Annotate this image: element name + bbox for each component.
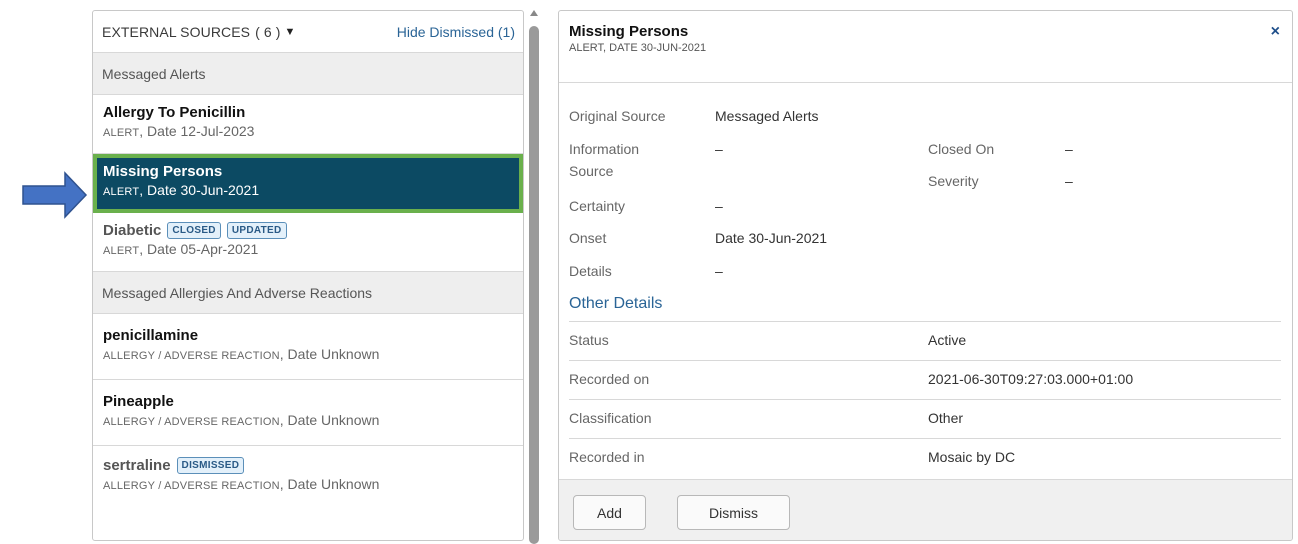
list-item-pineapple[interactable]: Pineapple ALLERGY / ADVERSE REACTION, Da… bbox=[93, 380, 523, 446]
onset-label: Onset bbox=[569, 230, 607, 246]
status-label: Status bbox=[569, 332, 609, 348]
group-header-allergies: Messaged Allergies And Adverse Reactions bbox=[93, 272, 523, 314]
list-item-missing-persons[interactable]: Missing Persons ALERT, Date 30-Jun-2021 bbox=[93, 154, 523, 213]
external-sources-panel: EXTERNAL SOURCES ( 6 ) ▼ Hide Dismissed … bbox=[92, 10, 524, 541]
closed-badge: CLOSED bbox=[167, 222, 221, 239]
recorded-on-label: Recorded on bbox=[569, 371, 650, 387]
external-sources-header: EXTERNAL SOURCES ( 6 ) ▼ Hide Dismissed … bbox=[93, 11, 523, 53]
item-title: Allergy To Penicillin bbox=[103, 104, 246, 121]
closed-on-value: – bbox=[1065, 141, 1073, 157]
detail-title: Missing Persons bbox=[569, 23, 689, 40]
dismissed-badge: DISMISSED bbox=[176, 457, 245, 474]
detail-footer: Add Dismiss bbox=[559, 479, 1292, 540]
item-subtitle: ALLERGY / ADVERSE REACTION, Date Unknown bbox=[103, 346, 380, 362]
item-subtitle: ALERT, Date 12-Jul-2023 bbox=[103, 123, 255, 139]
dismiss-button[interactable]: Dismiss bbox=[677, 495, 790, 530]
scroll-up-icon[interactable] bbox=[530, 10, 538, 16]
classification-label: Classification bbox=[569, 410, 652, 426]
scrollbar[interactable] bbox=[528, 10, 540, 544]
other-details-title: Other Details bbox=[569, 295, 663, 312]
item-title: Pineapple bbox=[103, 393, 174, 410]
external-sources-count: ( 6 ) bbox=[255, 23, 281, 40]
other-details-row: Status Active bbox=[569, 321, 1281, 360]
item-title: Diabetic CLOSED UPDATED bbox=[103, 221, 513, 240]
closed-on-label: Closed On bbox=[928, 141, 995, 157]
information-source-value: – bbox=[715, 141, 723, 157]
hide-dismissed-link[interactable]: Hide Dismissed (1) bbox=[397, 24, 515, 40]
detail-subtitle: ALERT, DATE 30-JUN-2021 bbox=[569, 42, 707, 54]
details-label: Details bbox=[569, 263, 612, 279]
list-item-allergy-to-penicillin[interactable]: Allergy To Penicillin ALERT, Date 12-Jul… bbox=[93, 95, 523, 154]
caret-down-icon: ▼ bbox=[284, 25, 296, 38]
detail-panel: Missing Persons ALERT, DATE 30-JUN-2021 … bbox=[558, 10, 1293, 541]
details-value: – bbox=[715, 263, 723, 279]
detail-header: Missing Persons ALERT, DATE 30-JUN-2021 … bbox=[559, 11, 1292, 83]
add-button[interactable]: Add bbox=[573, 495, 646, 530]
severity-label: Severity bbox=[928, 173, 979, 189]
list-item-penicillamine[interactable]: penicillamine ALLERGY / ADVERSE REACTION… bbox=[93, 314, 523, 380]
status-value: Active bbox=[928, 332, 967, 348]
item-subtitle: ALERT, Date 30-Jun-2021 bbox=[103, 182, 260, 198]
other-details-row: Recorded on 2021-06-30T09:27:03.000+01:0… bbox=[569, 360, 1281, 399]
recorded-in-value: Mosaic by DC bbox=[928, 449, 1016, 465]
close-icon[interactable]: × bbox=[1271, 23, 1280, 41]
external-sources-dropdown[interactable]: EXTERNAL SOURCES ( 6 ) ▼ bbox=[102, 24, 295, 40]
item-title: Missing Persons bbox=[103, 163, 223, 180]
information-source-label: Information bbox=[569, 141, 640, 157]
item-title: penicillamine bbox=[103, 327, 199, 344]
severity-value: – bbox=[1065, 173, 1073, 189]
group-header-messaged-alerts: Messaged Alerts bbox=[93, 53, 523, 95]
list-item-sertraline[interactable]: sertraline DISMISSED ALLERGY / ADVERSE R… bbox=[93, 446, 523, 512]
list-item-diabetic[interactable]: Diabetic CLOSED UPDATED ALERT, Date 05-A… bbox=[93, 213, 523, 272]
item-subtitle: ALLERGY / ADVERSE REACTION, Date Unknown bbox=[103, 412, 380, 428]
original-source-label: Original Source bbox=[569, 108, 666, 124]
item-subtitle: ALLERGY / ADVERSE REACTION, Date Unknown bbox=[103, 476, 380, 492]
scroll-thumb[interactable] bbox=[529, 26, 539, 544]
classification-value: Other bbox=[928, 410, 964, 426]
certainty-value: – bbox=[715, 198, 723, 214]
recorded-in-label: Recorded in bbox=[569, 449, 645, 465]
information-source-label-2: Source bbox=[569, 163, 614, 179]
external-sources-title: EXTERNAL SOURCES bbox=[102, 23, 251, 40]
updated-badge: UPDATED bbox=[226, 222, 287, 239]
certainty-label: Certainty bbox=[569, 198, 626, 214]
other-details-row: Recorded in Mosaic by DC bbox=[569, 438, 1281, 477]
detail-body: Original Source Messaged Alerts Informat… bbox=[559, 83, 1292, 481]
onset-value: Date 30-Jun-2021 bbox=[715, 230, 828, 246]
item-title: sertraline DISMISSED bbox=[103, 456, 513, 475]
recorded-on-value: 2021-06-30T09:27:03.000+01:00 bbox=[928, 371, 1134, 387]
original-source-value: Messaged Alerts bbox=[715, 108, 819, 124]
item-subtitle: ALERT, Date 05-Apr-2021 bbox=[103, 241, 259, 257]
other-details-row: Classification Other bbox=[569, 399, 1281, 438]
pointer-arrow-icon bbox=[22, 171, 88, 219]
